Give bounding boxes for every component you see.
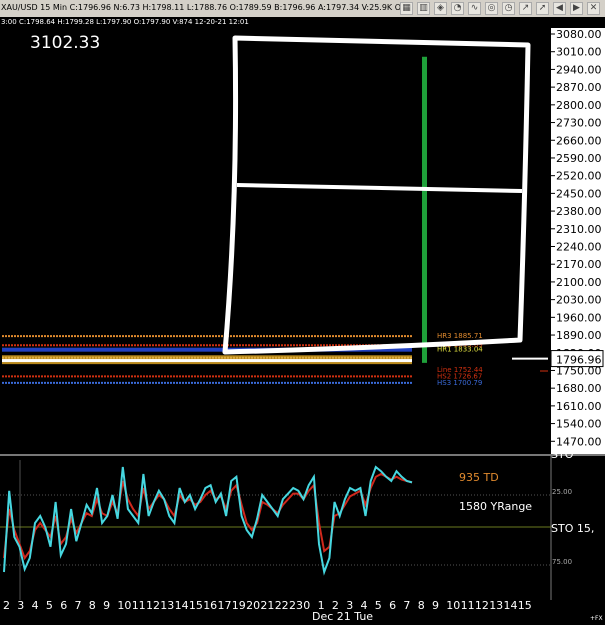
stoch-level-25: 25.00 (552, 488, 573, 496)
y-tick-label: 1470.00 (556, 435, 602, 448)
y-tick-label: 3010.00 (556, 46, 602, 59)
x-tick-label: 3 (17, 599, 24, 612)
pivot-level-label: HS3 1700.79 (437, 379, 482, 387)
y-tick-label: 2030.00 (556, 294, 602, 307)
x-tick-label: 5 (46, 599, 53, 612)
yrange-label: 1580 YRange (459, 500, 533, 513)
price-readout: 3102.33 (30, 33, 101, 53)
y-tick-label: 2170.00 (556, 258, 602, 271)
y-tick-label: 2660.00 (556, 134, 602, 147)
x-tick-label: 20 (246, 599, 260, 612)
x-tick-label: 14 (175, 599, 189, 612)
y-tick-label: 2520.00 (556, 170, 602, 183)
x-tick-label: 7 (403, 599, 410, 612)
y-tick-label: 2100.00 (556, 276, 602, 289)
y-tick-label: 2450.00 (556, 187, 602, 200)
stoch-level-75: 75.00 (552, 558, 573, 566)
current-price-text: 1796.96 (556, 354, 602, 367)
x-tick-label: 12 (146, 599, 160, 612)
x-tick-label: 22 (275, 599, 289, 612)
sto-top-label: STO (551, 448, 574, 461)
td-label: 935 TD (459, 471, 499, 484)
x-tick-label: 9 (103, 599, 110, 612)
x-tick-label: 12 (475, 599, 489, 612)
y-tick-label: 2730.00 (556, 117, 602, 130)
corner-mark: +FX (590, 615, 603, 622)
x-tick-label: 21 (260, 599, 274, 612)
x-tick-label: 11 (132, 599, 146, 612)
x-tick-label: 16 (203, 599, 217, 612)
x-tick-label: 9 (432, 599, 439, 612)
x-tick-label: 0 (303, 599, 310, 612)
x-tick-label: 5 (375, 599, 382, 612)
chart-svg: 1400.001470.001540.001610.001680.001750.… (0, 28, 605, 612)
x-tick-label: 10 (446, 599, 460, 612)
y-tick-label: 2940.00 (556, 63, 602, 76)
y-tick-label: 1540.00 (556, 418, 602, 431)
x-tick-label: 19 (232, 599, 246, 612)
x-tick-label: 6 (389, 599, 396, 612)
x-tick-label: 14 (504, 599, 518, 612)
x-tick-label: 11 (461, 599, 475, 612)
y-tick-label: 3080.00 (556, 28, 602, 41)
x-tick-label: 23 (289, 599, 303, 612)
date-label: Dec 21 Tue (312, 610, 374, 623)
x-tick-label: 10 (117, 599, 131, 612)
y-tick-label: 2800.00 (556, 99, 602, 112)
y-tick-label: 2380.00 (556, 205, 602, 218)
x-tick-label: 7 (75, 599, 82, 612)
y-tick-label: 2240.00 (556, 241, 602, 254)
annotation-hline (236, 183, 523, 193)
x-tick-label: 15 (189, 599, 203, 612)
x-tick-label: 13 (489, 599, 503, 612)
y-tick-label: 1960.00 (556, 311, 602, 324)
x-tick-label: 15 (518, 599, 532, 612)
y-tick-label: 1610.00 (556, 400, 602, 413)
pivot-level-label: HR1 1833.04 (437, 345, 483, 353)
stoch-fast-line (3, 465, 413, 576)
x-tick-label: 8 (418, 599, 425, 612)
y-tick-label: 2310.00 (556, 223, 602, 236)
x-tick-label: 13 (160, 599, 174, 612)
x-tick-label: 8 (89, 599, 96, 612)
x-tick-label: 2 (3, 599, 10, 612)
y-tick-label: 1680.00 (556, 382, 602, 395)
y-tick-label: 2870.00 (556, 81, 602, 94)
sto-label: STO 15, (551, 522, 595, 535)
annotation-box (222, 35, 531, 355)
price-spike-bar (422, 56, 427, 363)
pivot-level-label: HR3 1885.71 (437, 332, 483, 340)
x-tick-label: 4 (32, 599, 39, 612)
pivot-level-label: Line 1752.44 (437, 366, 483, 374)
x-tick-label: 6 (60, 599, 67, 612)
y-tick-label: 2590.00 (556, 152, 602, 165)
x-tick-label: 17 (218, 599, 232, 612)
y-tick-label: 1890.00 (556, 329, 602, 342)
price-band-line (2, 359, 412, 363)
